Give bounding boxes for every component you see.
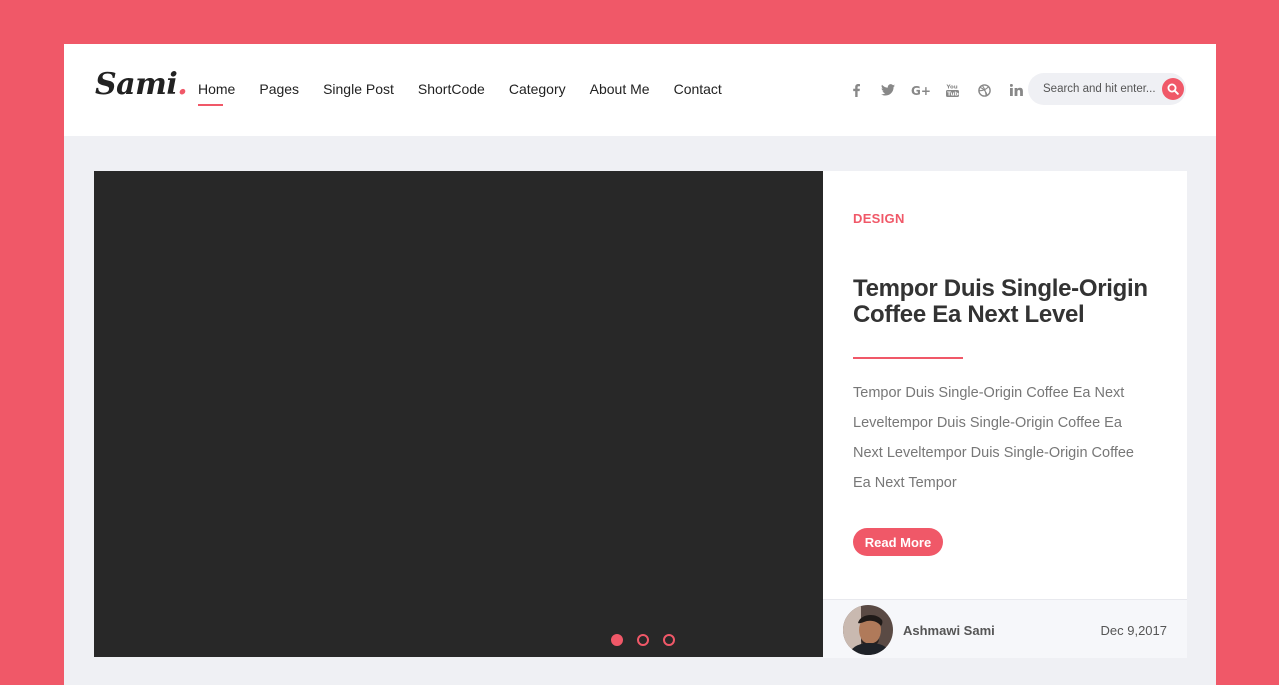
logo-text: Sami — [95, 67, 178, 102]
search-button[interactable] — [1162, 78, 1184, 100]
post-author[interactable]: Ashmawi Sami — [903, 623, 995, 638]
page-frame: Sami. Home Pages Single Post ShortCode C… — [64, 44, 1216, 685]
site-logo[interactable]: Sami. — [95, 67, 188, 102]
dribbble-icon[interactable] — [968, 82, 1000, 98]
slider-dot-2[interactable] — [637, 634, 649, 646]
search-input[interactable] — [1043, 80, 1158, 98]
search-icon — [1167, 83, 1179, 95]
svg-text:Tube: Tube — [947, 92, 959, 97]
slider-dot-1[interactable] — [611, 634, 623, 646]
google-plus-icon[interactable]: G+ — [904, 82, 936, 98]
read-more-button[interactable]: Read More — [853, 528, 943, 556]
main-nav: Home Pages Single Post ShortCode Categor… — [198, 81, 746, 106]
nav-item-category[interactable]: Category — [509, 81, 566, 97]
nav-item-pages[interactable]: Pages — [259, 81, 299, 97]
slider-image — [94, 171, 823, 657]
nav-item-contact[interactable]: Contact — [674, 81, 722, 97]
post-title[interactable]: Tempor Duis Single-Origin Coffee Ea Next… — [853, 276, 1163, 328]
post-category[interactable]: DESIGN — [853, 211, 905, 226]
svg-text:You: You — [946, 85, 958, 91]
nav-item-shortcode[interactable]: ShortCode — [418, 81, 485, 97]
slider-pagination — [611, 634, 689, 646]
logo-dot: . — [177, 67, 188, 102]
post-meta: Ashmawi Sami Dec 9,2017 — [823, 599, 1187, 658]
site-header: Sami. Home Pages Single Post ShortCode C… — [64, 44, 1216, 136]
nav-item-home[interactable]: Home — [198, 81, 235, 106]
post-date: Dec 9,2017 — [1100, 623, 1168, 638]
svg-text:G+: G+ — [911, 84, 930, 96]
nav-item-single-post[interactable]: Single Post — [323, 81, 394, 97]
twitter-icon[interactable] — [872, 82, 904, 98]
post-card: DESIGN Tempor Duis Single-Origin Coffee … — [823, 171, 1187, 658]
facebook-icon[interactable] — [840, 82, 872, 98]
youtube-icon[interactable]: You Tube — [936, 82, 968, 98]
title-divider — [853, 357, 963, 359]
post-excerpt: Tempor Duis Single-Origin Coffee Ea Next… — [853, 385, 1135, 491]
avatar[interactable] — [843, 605, 893, 655]
search-box — [1028, 73, 1186, 105]
nav-item-about-me[interactable]: About Me — [590, 81, 650, 97]
social-links: G+ You Tube — [840, 82, 1032, 98]
slider-dot-3[interactable] — [663, 634, 675, 646]
